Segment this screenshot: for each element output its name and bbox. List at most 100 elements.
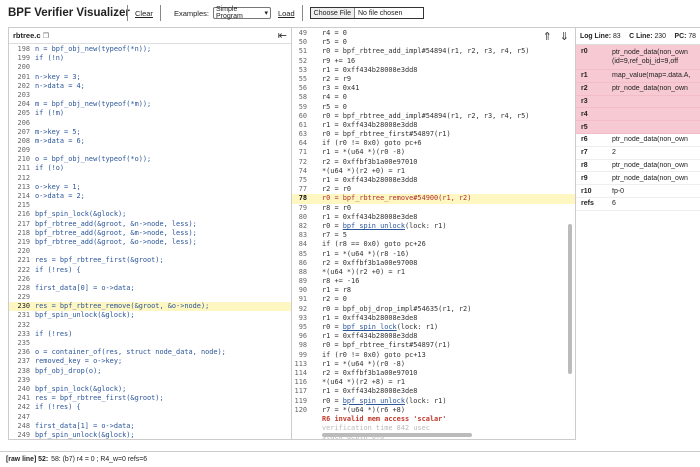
source-line[interactable]: 240 bpf_spin_lock(&glock); [9,385,291,394]
register-row[interactable]: r9 ptr_node_data(non_own [576,172,700,186]
instruction-line[interactable]: 74 *(u64 *)(r2 +0) = r1 [292,167,575,176]
instruction-line[interactable]: 79 r8 = r0 [292,204,575,213]
source-line[interactable]: 249 bpf_spin_unlock(&glock); [9,431,291,439]
examples-select[interactable]: Simple Program ▾ [212,6,271,20]
instruction-line[interactable]: 80 r1 = 0xff434b28008e3de8 [292,213,575,222]
collapse-panel-icon[interactable]: ⇤ [278,29,287,42]
register-row[interactable]: r8 ptr_node_data(non_own [576,160,700,173]
source-line[interactable]: 221 res = bpf_rbtree_first(&groot); [9,256,291,265]
source-line[interactable]: 214 o->data = 2; [9,192,291,201]
instruction-line[interactable]: 75 r1 = 0xff434b28008e3dd8 [292,176,575,185]
instruction-line[interactable]: 113 r1 = *(u64 *)(r0 -8) [292,360,575,369]
source-line[interactable]: 236 o = container_of(res, struct node_dat… [9,348,291,357]
source-line[interactable]: 198 n = bpf_obj_new(typeof(*n)); [9,45,291,54]
load-button[interactable]: Load [278,9,295,18]
register-row[interactable]: r3 [576,95,700,109]
instruction-line[interactable]: 95 r0 = bpf_spin_lock(lock: r1) [292,323,575,332]
instruction-line[interactable]: 93 r1 = 0xff434b28008e3de8 [292,314,575,323]
source-line[interactable]: 238 bpf_obj_drop(o); [9,367,291,376]
instruction-line[interactable]: 117 r1 = 0xff434b28008e3de8 [292,387,575,396]
source-line[interactable]: 213 o->key = 1; [9,183,291,192]
source-line[interactable]: 228 first_data[0] = o->data; [9,284,291,293]
source-line[interactable]: 242 if (!res) { [9,403,291,412]
instruction-line[interactable]: 119 r0 = bpf_spin_unlock(lock: r1) [292,397,575,406]
instruction-line[interactable]: 60 r0 = bpf_rbtree_add_impl#54894(r1, r2,… [292,112,575,121]
instruction-line[interactable]: 59 r5 = 0 [292,103,575,112]
register-row[interactable]: r1 map_value(map=.data.A, [576,70,700,83]
register-row[interactable]: r0 ptr_node_data(non_own (id=9,ref_obj_id… [576,45,700,70]
instruction-line[interactable]: 86 r2 = 0xffbf3b1a00e97008 [292,259,575,268]
register-row[interactable]: r7 2 [576,147,700,160]
source-line[interactable]: 220 [9,247,291,256]
source-line[interactable]: 207 m->key = 5; [9,128,291,137]
instruction-line[interactable]: 55 r2 = r9 [292,75,575,84]
vertical-scrollbar[interactable] [568,224,572,374]
source-line[interactable]: 210 o = bpf_obj_new(typeof(*o)); [9,155,291,164]
helper-call-link[interactable]: bpf_spin_unlock [343,397,405,405]
register-row[interactable]: r5 [576,121,700,134]
instruction-line[interactable]: 78 r0 = bpf_rbtree_remove#54900(r1, r2) [292,194,575,204]
choose-file-button[interactable]: Choose File [310,8,355,18]
source-line[interactable]: 200 [9,63,291,72]
instruction-line[interactable]: 116 *(u64 *)(r2 +8) = r1 [292,378,575,387]
source-line[interactable]: 218 bpf_rbtree_add(&groot, &m->node, less… [9,229,291,238]
source-line[interactable]: 235 [9,339,291,348]
helper-call-link[interactable]: bpf_spin_lock [343,323,397,331]
register-row[interactable]: r4 [576,108,700,122]
source-line[interactable]: 212 [9,174,291,183]
source-line[interactable]: 248 first_data[1] = o->data; [9,422,291,431]
instruction-line[interactable]: 98 r0 = bpf_rbtree_first#54897(r1) [292,341,575,350]
instruction-line[interactable]: 49 r4 = 0 [292,29,575,38]
instruction-line[interactable]: 84 if (r8 == 0x0) goto pc+26 [292,240,575,249]
source-line[interactable]: 209 [9,146,291,155]
instruction-line[interactable]: 114 r2 = 0xffbf3b1a00e97010 [292,369,575,378]
instruction-line[interactable]: 63 r0 = bpf_rbtree_first#54897(r1) [292,130,575,139]
file-input[interactable]: Choose File No file chosen [309,7,424,19]
arrow-up-icon[interactable]: ⇑ [543,30,552,43]
source-line[interactable]: 208 m->data = 6; [9,137,291,146]
source-line[interactable]: 230 res = bpf_rbtree_remove(&groot, &o->n… [9,302,291,312]
source-line[interactable]: 202 n->data = 4; [9,82,291,91]
source-line[interactable]: 219 bpf_rbtree_add(&groot, &o->node, less… [9,238,291,247]
instruction-line[interactable]: 91 r2 = 0 [292,295,575,304]
instruction-line[interactable]: 72 r2 = 0xffbf3b1a00e97010 [292,158,575,167]
arrow-down-icon[interactable]: ⇓ [560,30,569,43]
source-line[interactable]: 199 if (!n) [9,54,291,63]
source-line[interactable]: 239 [9,376,291,385]
clear-button[interactable]: Clear [135,9,153,18]
instruction-line[interactable]: 77 r2 = r0 [292,185,575,194]
instruction-line[interactable]: 58 r4 = 0 [292,93,575,102]
instruction-line[interactable]: 120 r7 = *(u64 *)(r6 +8) [292,406,575,415]
source-line[interactable]: 203 [9,91,291,100]
source-line[interactable]: 206 [9,119,291,128]
source-line[interactable]: 211 if (!o) [9,164,291,173]
instruction-line[interactable]: 89 r8 += -16 [292,277,575,286]
source-line[interactable]: 216 bpf_spin_lock(&glock); [9,210,291,219]
instruction-line[interactable]: 56 r3 = 0x41 [292,84,575,93]
source-line[interactable]: 226 [9,275,291,284]
instruction-line[interactable]: 50 r5 = 0 [292,38,575,47]
source-line[interactable]: 217 bpf_rbtree_add(&groot, &n->node, less… [9,220,291,229]
instruction-line[interactable]: 85 r1 = *(u64 *)(r8 -16) [292,250,575,259]
source-line[interactable]: 237 removed_key = o->key; [9,357,291,366]
instruction-line[interactable]: 51 r0 = bpf_rbtree_add_impl#54894(r1, r2,… [292,47,575,56]
copy-icon[interactable]: ❐ [43,33,49,40]
instruction-line[interactable]: 90 r1 = r8 [292,286,575,295]
source-line[interactable]: 241 res = bpf_rbtree_first(&groot); [9,394,291,403]
instruction-line[interactable]: 52 r9 += 16 [292,57,575,66]
source-line[interactable]: 201 n->key = 3; [9,73,291,82]
instruction-line[interactable]: 88 *(u64 *)(r2 +0) = r1 [292,268,575,277]
instruction-line[interactable]: 92 r0 = bpf_obj_drop_impl#54635(r1, r2) [292,305,575,314]
source-line[interactable]: 233 if (!res) [9,330,291,339]
register-row[interactable]: refs 6 [576,198,700,211]
source-line[interactable]: 247 [9,413,291,422]
source-line[interactable]: 205 if (!m) [9,109,291,118]
register-row[interactable]: r2 ptr_node_data(non_own [576,82,700,96]
register-row[interactable]: r6 ptr_node_data(non_own [576,134,700,147]
instruction-line[interactable]: 71 r1 = *(u64 *)(r0 -8) [292,148,575,157]
instruction-line[interactable]: 53 r1 = 0xff434b28008e3dd8 [292,66,575,75]
instruction-line[interactable]: 83 r7 = 5 [292,231,575,240]
horizontal-scrollbar[interactable] [322,433,472,437]
helper-call-link[interactable]: bpf_spin_unlock [343,222,405,230]
source-line[interactable]: 229 [9,293,291,302]
